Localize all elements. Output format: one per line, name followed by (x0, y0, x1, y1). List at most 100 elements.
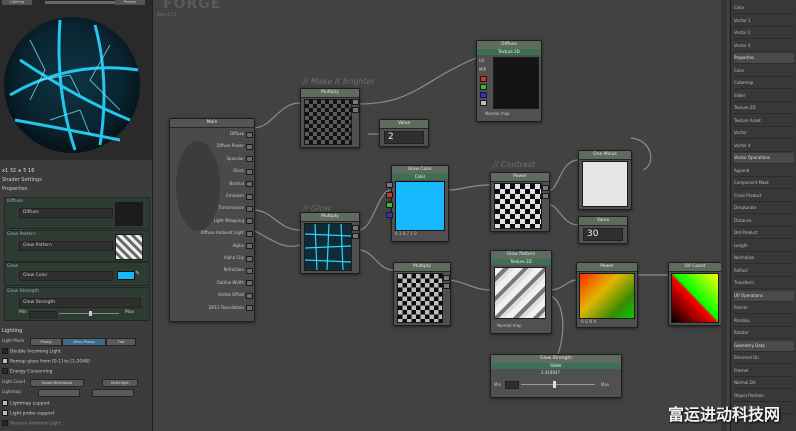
power-node-2[interactable]: Power R G B A (576, 262, 638, 328)
input-port[interactable] (352, 107, 359, 113)
node-library-item[interactable]: Parallax (734, 316, 794, 327)
glow-pattern-node[interactable]: Glow Pattern Texture 2D Normal map (490, 250, 552, 334)
eyedropper-icon[interactable]: ✎ (135, 270, 140, 277)
main-input-port[interactable] (246, 168, 253, 175)
option-remap-gloss[interactable]: Remap gloss from [0-1] to [1-2048] (2, 358, 90, 365)
input-port[interactable] (542, 185, 549, 191)
option-ambient-light[interactable]: Receive Ambient Light (2, 420, 61, 427)
checkbox[interactable] (2, 348, 8, 354)
glow-pattern-texture-slot[interactable] (115, 234, 143, 260)
option-lightmap-support[interactable]: Lightmap support (2, 400, 50, 407)
preview-slider[interactable] (45, 1, 115, 4)
node-library-item[interactable]: Length (734, 241, 794, 252)
main-input-port[interactable] (246, 255, 253, 262)
glow-strength-node[interactable]: Glow Strength Slider 2.418047 Min Max (490, 354, 622, 398)
glow-color-swatch[interactable] (117, 271, 135, 280)
node-library-item[interactable]: Texture 2D (734, 103, 794, 114)
lightmap-option-a[interactable] (38, 389, 80, 397)
one-minus-node[interactable]: One Minus (578, 150, 632, 210)
node-library-item[interactable]: Transform (734, 278, 794, 289)
node-library-item[interactable]: Distance (734, 216, 794, 227)
node-library-item[interactable]: Normal Dir. (734, 378, 794, 389)
main-input-port[interactable] (246, 267, 253, 274)
value-node-2[interactable]: Value 30 (578, 216, 628, 244)
input-port[interactable] (542, 193, 549, 199)
main-input-port[interactable] (246, 193, 253, 200)
green-port[interactable] (386, 202, 393, 208)
green-port[interactable] (480, 84, 487, 90)
main-input-port[interactable] (246, 218, 253, 225)
glow-color-name-field[interactable]: Glow Color (19, 271, 113, 281)
node-library-item[interactable]: Reflect (734, 266, 794, 277)
node-library-item[interactable]: Component Mask (734, 178, 794, 189)
diffuse-name-field[interactable]: Diffuse (19, 208, 113, 218)
option-double-light[interactable]: Double Incoming Light (2, 348, 61, 355)
slider-thumb[interactable] (89, 311, 92, 316)
node-library-item[interactable]: Color (734, 66, 794, 77)
main-input-port[interactable] (246, 181, 253, 188)
main-input-port[interactable] (246, 143, 253, 150)
multiply-node-2[interactable]: Multiply (300, 212, 360, 274)
diffuse-texture-slot[interactable] (115, 202, 143, 226)
output-port[interactable] (443, 275, 450, 281)
node-library-item[interactable]: Rotator (734, 328, 794, 339)
output-port[interactable] (443, 283, 450, 289)
light-count-multi[interactable]: Multi-light (102, 379, 138, 387)
main-input-port[interactable] (246, 230, 253, 237)
red-port[interactable] (480, 76, 487, 82)
glow-strength-slider[interactable] (521, 384, 595, 385)
node-library-item[interactable]: Panner (734, 303, 794, 314)
checkbox-checked[interactable] (2, 400, 8, 406)
node-library-item[interactable]: Cubemap (734, 78, 794, 89)
main-input-port[interactable] (246, 131, 253, 138)
light-mode-blinn-phong[interactable]: Blinn-Phong (62, 338, 106, 346)
node-library-item[interactable]: Fresnel (734, 366, 794, 377)
node-category-header[interactable]: Properties (734, 53, 794, 64)
value-field[interactable]: 30 (583, 228, 623, 241)
node-library-item[interactable]: Vector 1 (734, 16, 794, 27)
input-port[interactable] (352, 99, 359, 105)
main-input-port[interactable] (246, 305, 253, 312)
node-library-item[interactable]: Slider (734, 91, 794, 102)
main-node[interactable]: Main Diffuse Diffuse Power Specular Gloss No… (169, 118, 255, 322)
input-port[interactable] (352, 225, 359, 231)
blue-port[interactable] (480, 92, 487, 98)
uv-coord-node[interactable]: UV Coord (668, 262, 722, 326)
red-port[interactable] (386, 192, 393, 198)
checkbox-checked[interactable] (2, 410, 8, 416)
canvas-scrollbar[interactable] (721, 0, 727, 431)
glow-strength-name-field[interactable]: Glow Strength (19, 298, 141, 308)
input-port[interactable] (352, 233, 359, 239)
rgb-port[interactable] (386, 182, 393, 188)
slider-min-field[interactable] (29, 311, 57, 318)
node-library-item[interactable]: Vector 4 (734, 141, 794, 152)
shader-preview[interactable]: Lighting Presets (0, 0, 152, 160)
glow-color-preview[interactable] (395, 181, 445, 231)
multiply-node-3[interactable]: Multiply (393, 262, 451, 326)
node-library-item[interactable]: Cross Product (734, 191, 794, 202)
presets-tab[interactable]: Presets (115, 0, 145, 5)
glow-color-node[interactable]: Glow Color Color 0.1 0.7 1 0 (386, 165, 449, 242)
main-input-port[interactable] (246, 292, 253, 299)
alpha-port[interactable] (480, 100, 487, 106)
value-node-1[interactable]: Value 2 (379, 119, 429, 147)
lighting-tab[interactable]: Lighting (2, 0, 32, 5)
light-mode-flat[interactable]: Flat (106, 338, 136, 346)
checkbox-checked[interactable] (2, 358, 8, 364)
node-library-panel[interactable]: Color Vector 1 Vector 2 Vector 4 Properties C… (730, 0, 796, 431)
checkbox[interactable] (2, 368, 8, 374)
multiply-node-1[interactable]: Multiply (300, 88, 360, 148)
node-library-item[interactable]: Vector (734, 128, 794, 139)
node-library-item[interactable]: Vector 2 (734, 28, 794, 39)
power-node-1[interactable]: Power (490, 172, 550, 232)
node-library-item[interactable]: Texture Asset (734, 116, 794, 127)
blue-port[interactable] (386, 212, 393, 218)
lightmap-option-b[interactable] (92, 389, 134, 397)
node-library-item[interactable]: Binormal Dir. (734, 353, 794, 364)
node-category-header[interactable]: Geometry Data (734, 340, 794, 352)
node-library-item[interactable]: Object Position (734, 391, 794, 402)
shader-settings-label[interactable]: Shader Settings (2, 177, 42, 183)
node-library-item[interactable]: Desaturate (734, 203, 794, 214)
node-library-item[interactable]: Normalize (734, 253, 794, 264)
main-input-port[interactable] (246, 205, 253, 212)
